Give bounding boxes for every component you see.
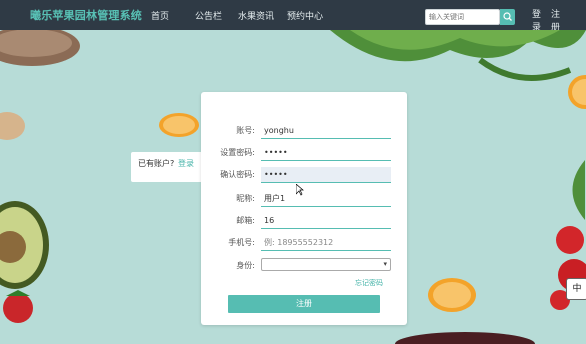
login-hint-card: 已有账户? 登录: [131, 152, 203, 182]
password-input[interactable]: •••••: [261, 145, 391, 161]
right-leaf-decoration: [572, 160, 585, 220]
search-input[interactable]: [425, 9, 500, 25]
nav-fruit-news[interactable]: 水果资讯: [238, 9, 274, 22]
orange-slice-decoration: [159, 113, 199, 137]
app-title[interactable]: 曦乐苹果园林管理系统: [30, 7, 142, 23]
password-row: 设置密码: •••••: [201, 145, 407, 161]
top-navbar: 曦乐苹果园林管理系统 首页 公告栏 水果资讯 预约中心 登 录 注 册: [0, 0, 586, 33]
auth-links: 登 录 注 册: [532, 7, 572, 33]
nav-announcements[interactable]: 公告栏: [195, 9, 222, 22]
phone-label: 手机号:: [228, 238, 255, 247]
nav-home[interactable]: 首页: [151, 9, 169, 22]
nickname-label: 昵称:: [236, 194, 255, 203]
search-icon: [503, 12, 512, 21]
mouse-cursor-icon: [296, 184, 304, 196]
register-form: 账号: yonghu 设置密码: ••••• 确认密码: ••••• 昵称: 用…: [201, 92, 407, 325]
account-label: 账号:: [236, 126, 255, 135]
confirm-password-input[interactable]: •••••: [261, 167, 391, 183]
register-link[interactable]: 注: [551, 7, 560, 20]
identity-row: 身份: ▾: [201, 258, 407, 274]
confirm-password-row: 确认密码: •••••: [201, 167, 407, 183]
login-hint-link[interactable]: 登录: [178, 158, 194, 169]
identity-select[interactable]: ▾: [261, 258, 391, 271]
account-input[interactable]: yonghu: [261, 123, 391, 139]
nav-reservations[interactable]: 预约中心: [287, 9, 323, 22]
forgot-password-link[interactable]: 忘记密码: [355, 278, 383, 288]
orange-slice-bottom-decoration: [428, 278, 476, 312]
strawberry-decoration: [3, 290, 33, 323]
account-row: 账号: yonghu: [201, 123, 407, 139]
login-link[interactable]: 登: [532, 7, 541, 20]
email-row: 邮箱: 16: [201, 213, 407, 229]
confirm-password-label: 确认密码:: [220, 170, 255, 179]
has-account-text: 已有账户?: [138, 159, 175, 168]
cherries-decoration: [395, 332, 535, 344]
search-button[interactable]: [500, 9, 515, 25]
mushroom-decoration: [0, 30, 80, 66]
chevron-down-icon: ▾: [383, 260, 387, 268]
phone-row: 手机号: 例: 18955552312: [201, 235, 407, 251]
avocado-decoration: [0, 201, 49, 289]
phone-input[interactable]: 例: 18955552312: [261, 235, 391, 251]
tomato-decoration: [550, 226, 586, 310]
search-box: [425, 9, 515, 25]
nickname-input[interactable]: 用户1: [261, 191, 391, 207]
email-input[interactable]: 16: [261, 213, 391, 229]
leaves-decoration: [330, 30, 586, 81]
orange-slice-right-decoration: [568, 75, 586, 109]
identity-label: 身份:: [236, 261, 255, 270]
nickname-row: 昵称: 用户1: [201, 191, 407, 207]
password-label: 设置密码:: [220, 148, 255, 157]
ime-indicator[interactable]: 中: [566, 278, 586, 300]
register-button[interactable]: 注册: [228, 295, 380, 313]
email-label: 邮箱:: [236, 216, 255, 225]
nut-decoration: [0, 112, 25, 140]
